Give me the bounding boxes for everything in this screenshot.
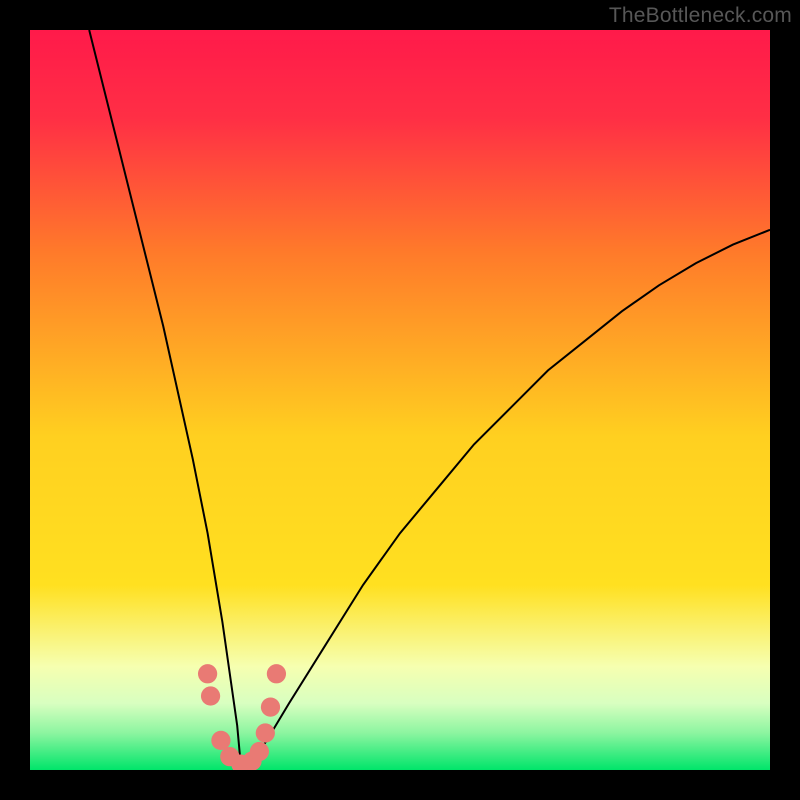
marker-point [267,664,286,683]
watermark-label: TheBottleneck.com [609,4,792,28]
bottleneck-curve [30,30,770,770]
marker-point [201,686,220,705]
chart-frame: TheBottleneck.com [0,0,800,800]
marker-point [211,731,230,750]
marker-point [198,664,217,683]
marker-point [250,742,269,761]
marker-group [198,664,286,770]
marker-point [261,697,280,716]
marker-point [256,723,275,742]
plot-area [30,30,770,770]
curve-path [89,30,770,766]
